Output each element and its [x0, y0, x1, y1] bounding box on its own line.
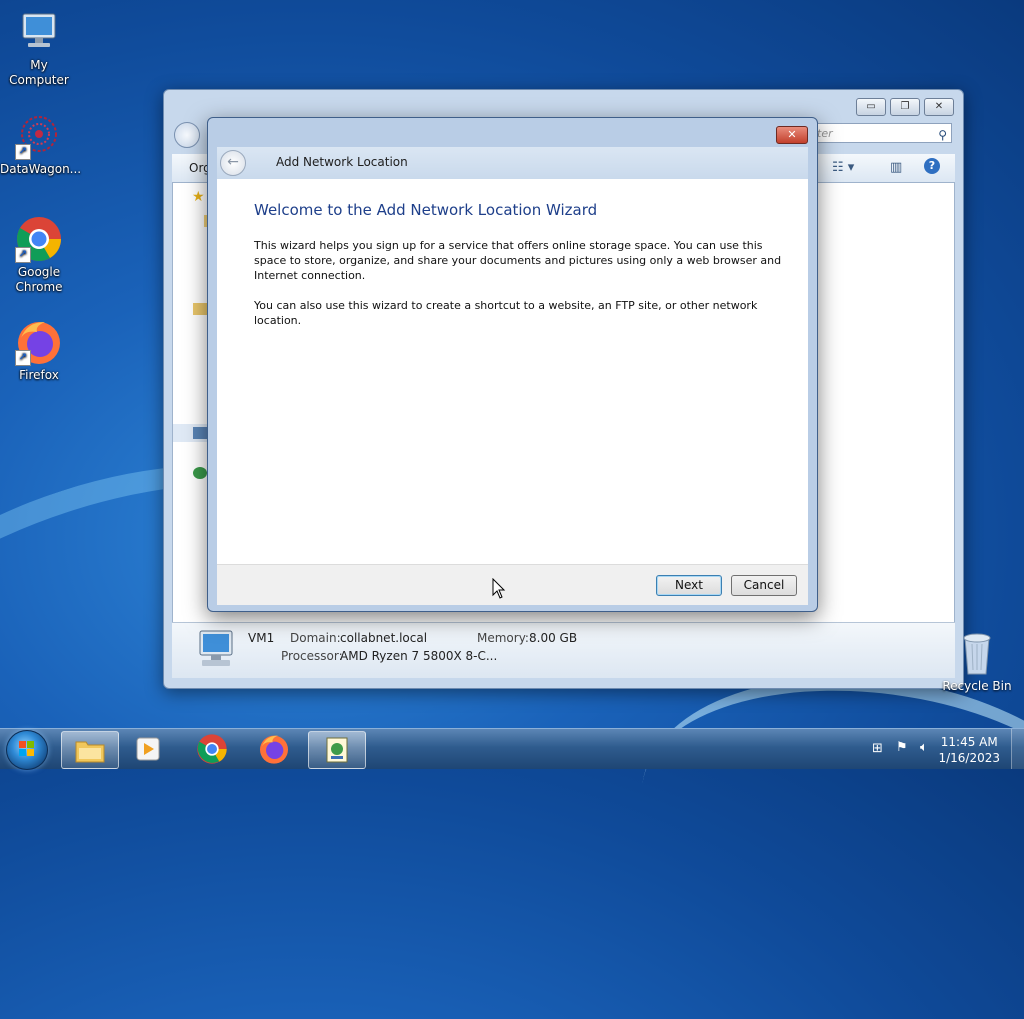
back-arrow-icon[interactable]: ← — [220, 150, 246, 176]
dialog-footer: Next Cancel — [217, 564, 808, 605]
nav-libraries-icon[interactable] — [193, 303, 207, 315]
clock-date: 1/16/2023 — [938, 751, 1000, 765]
back-button[interactable] — [174, 122, 200, 148]
taskbar-network-wizard[interactable] — [308, 731, 366, 769]
firefox-icon: ↗ — [15, 318, 63, 366]
close-button[interactable]: ✕ — [924, 98, 954, 116]
wizard-heading: Welcome to the Add Network Location Wiza… — [254, 201, 598, 219]
favorites-star-icon[interactable]: ★ — [192, 189, 205, 205]
desktop-icon-label: My Computer — [9, 58, 69, 87]
shortcut-arrow-icon: ↗ — [15, 247, 31, 263]
wizard-description-2: You can also use this wizard to create a… — [254, 299, 758, 327]
computer-icon — [15, 8, 63, 56]
network-tray-icon[interactable]: ⊞ — [872, 741, 883, 756]
firefox-icon — [260, 735, 288, 764]
dialog-body: Welcome to the Add Network Location Wiza… — [217, 179, 808, 564]
mouse-cursor-icon — [492, 578, 506, 599]
taskbar-explorer[interactable] — [61, 731, 119, 769]
taskbar-media-player[interactable] — [121, 731, 177, 767]
desktop-icon-my-computer[interactable]: My Computer — [0, 8, 78, 88]
search-input[interactable]: ter ⚲ — [814, 123, 952, 143]
processor-label: Processor: — [281, 649, 343, 663]
start-button[interactable] — [6, 730, 48, 770]
system-tray: ⊞ ⚑ 🔈︎ 11:45 AM 1/16/2023 — [854, 729, 1024, 769]
desktop-icon-recycle-bin[interactable]: Recycle Bin — [940, 630, 1014, 693]
view-options-icon[interactable]: ☷ ▾ — [832, 160, 854, 175]
desktop-icon-firefox[interactable]: ↗ Firefox — [0, 318, 78, 383]
desktop-icon-label: Google Chrome — [15, 265, 63, 294]
computer-icon — [199, 630, 233, 666]
maximize-button[interactable]: ❐ — [890, 98, 920, 116]
next-button[interactable]: Next — [656, 575, 722, 596]
dialog-header: ← Add Network Location — [217, 147, 808, 179]
desktop-icon-datawagon[interactable]: ↗ DataWagon... — [0, 112, 82, 177]
search-placeholder: ter — [817, 127, 833, 140]
nav-network-icon[interactable] — [193, 467, 207, 479]
media-player-icon — [136, 737, 160, 761]
desktop-icon-google-chrome[interactable]: ↗ Google Chrome — [0, 215, 78, 295]
datawagon-icon: ↗ — [15, 112, 63, 160]
network-location-icon — [326, 737, 348, 763]
action-center-flag-icon[interactable]: ⚑ — [896, 740, 908, 755]
search-icon: ⚲ — [938, 128, 947, 142]
shortcut-arrow-icon: ↗ — [15, 144, 31, 160]
taskbar-chrome[interactable] — [184, 731, 240, 767]
taskbar-firefox[interactable] — [246, 731, 302, 767]
nav-computer-icon — [193, 427, 207, 439]
taskbar: ⊞ ⚑ 🔈︎ 11:45 AM 1/16/2023 — [0, 728, 1024, 770]
cancel-button[interactable]: Cancel — [731, 575, 797, 596]
wizard-description: This wizard helps you sign up for a serv… — [254, 239, 782, 282]
help-icon[interactable]: ? — [924, 158, 940, 174]
desktop-icon-label: DataWagon... — [0, 162, 82, 176]
clock[interactable]: 11:45 AM 1/16/2023 — [938, 734, 1000, 766]
recycle-bin-icon — [963, 633, 991, 675]
chrome-icon — [197, 734, 227, 764]
add-network-location-dialog[interactable]: ✕ ← Add Network Location Welcome to the … — [207, 117, 818, 612]
minimize-button[interactable]: ▭ — [856, 98, 886, 116]
preview-pane-icon[interactable]: ▥ — [890, 160, 902, 175]
desktop-icon-label: Recycle Bin — [942, 679, 1012, 693]
clock-time: 11:45 AM — [940, 735, 998, 749]
memory-label: Memory: — [477, 631, 529, 645]
dialog-close-button[interactable]: ✕ — [776, 126, 808, 144]
domain-value: collabnet.local — [340, 631, 428, 645]
shortcut-arrow-icon: ↗ — [15, 350, 31, 366]
folder-icon — [75, 741, 105, 763]
processor-value: AMD Ryzen 7 5800X 8-C... — [340, 649, 498, 663]
memory-value: 8.00 GB — [529, 631, 578, 645]
chrome-icon: ↗ — [15, 215, 63, 263]
computer-name: VM1 — [248, 631, 275, 645]
desktop-icon-label: Firefox — [19, 368, 59, 382]
wallpaper-swoosh — [623, 647, 1024, 987]
domain-label: Domain: — [290, 631, 341, 645]
windows-logo-icon — [19, 741, 34, 756]
show-desktop-button[interactable] — [1011, 729, 1024, 769]
details-pane: VM1 Domain: collabnet.local Memory: 8.00… — [172, 622, 955, 678]
volume-icon[interactable]: 🔈︎ — [920, 740, 928, 755]
dialog-title: Add Network Location — [276, 155, 408, 169]
